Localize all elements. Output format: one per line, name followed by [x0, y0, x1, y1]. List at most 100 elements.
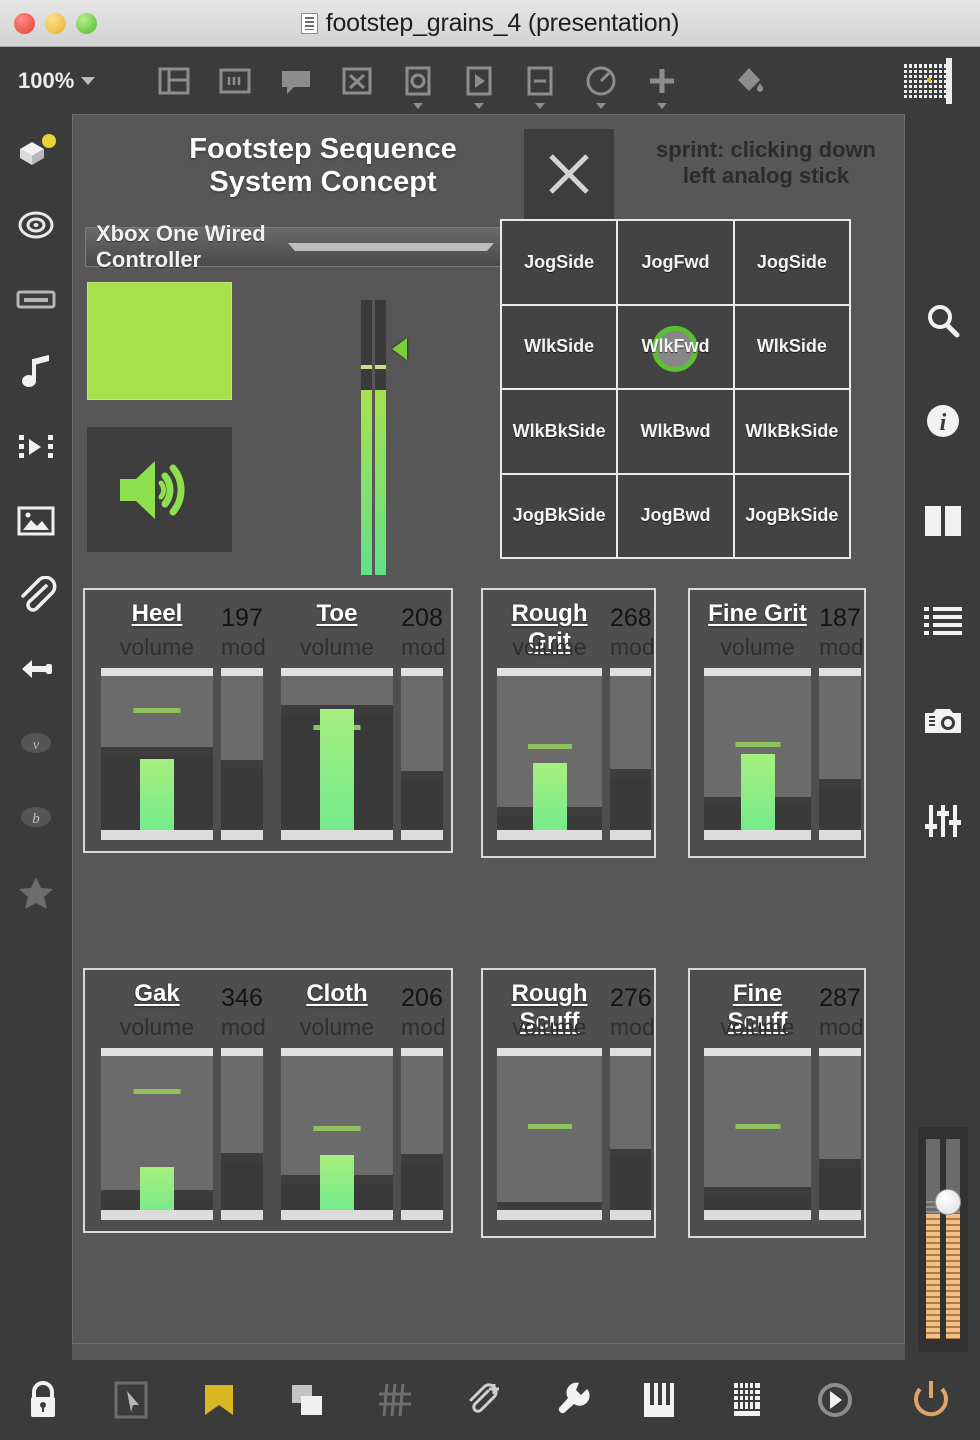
add-icon[interactable]	[640, 59, 684, 109]
mod-label: mod	[221, 634, 266, 660]
horizontal-scrollbar[interactable]	[72, 1344, 905, 1360]
state-cell-jogfwd[interactable]: JogFwd	[618, 221, 733, 304]
mod-fader[interactable]	[610, 1048, 651, 1220]
state-cell-wlkside[interactable]: WlkSide	[502, 305, 617, 388]
mod-fader[interactable]	[819, 1048, 861, 1220]
state-cell-jogbkside[interactable]: JogBkSide	[502, 474, 617, 557]
duplicate-icon[interactable]	[278, 1371, 336, 1429]
state-cell-label: WlkBkSide	[745, 420, 839, 441]
state-cell-jogbkside[interactable]: JogBkSide	[734, 474, 849, 557]
list-icon[interactable]	[905, 584, 980, 658]
fader-cap-top	[401, 668, 443, 676]
state-cell-jogside[interactable]: JogSide	[502, 221, 617, 304]
close-window-button[interactable]	[14, 12, 35, 34]
close-panel-button[interactable]	[524, 129, 614, 219]
volume-fader[interactable]	[101, 668, 213, 840]
svg-text:i: i	[939, 410, 946, 436]
fader-cap-top	[101, 1048, 213, 1056]
state-cell-wlkbkside[interactable]: WlkBkSide	[734, 390, 849, 473]
sequencer-icon[interactable]	[0, 410, 72, 484]
sliders-icon[interactable]	[905, 784, 980, 858]
controller-select[interactable]: Xbox One Wired Controller	[85, 221, 505, 272]
search-icon[interactable]	[905, 284, 980, 358]
attach-add-icon[interactable]	[454, 1371, 512, 1429]
target-icon[interactable]	[0, 188, 72, 262]
master-fader-track-left[interactable]	[926, 1139, 940, 1339]
mod-fader[interactable]	[819, 668, 861, 840]
remove-icon[interactable]	[518, 59, 562, 109]
master-fader-track-right[interactable]	[946, 1139, 960, 1339]
transport-icon[interactable]	[806, 1371, 864, 1429]
info-icon[interactable]: i	[905, 384, 980, 458]
color-swatch[interactable]	[87, 282, 232, 400]
split-view-icon[interactable]	[905, 484, 980, 558]
master-fader-knob[interactable]	[935, 1189, 961, 1215]
volume-fader[interactable]	[281, 1048, 393, 1220]
mod-fader[interactable]	[401, 1048, 443, 1220]
mod-label: mod	[401, 1014, 446, 1040]
wrench-icon[interactable]	[542, 1371, 600, 1429]
volume-fader[interactable]	[704, 1048, 811, 1220]
volume-fader[interactable]	[101, 1048, 213, 1220]
volume-label: volume	[299, 634, 375, 660]
fader-marker	[527, 744, 572, 749]
state-cell-label: JogBwd	[640, 505, 711, 526]
state-cell-jogbwd[interactable]: JogBwd	[618, 474, 733, 557]
paint-bucket-icon[interactable]	[727, 59, 771, 103]
volume-fader[interactable]	[281, 668, 393, 840]
meter-fill	[361, 390, 372, 575]
fader-marker	[133, 1089, 181, 1094]
volume-fader[interactable]	[497, 1048, 602, 1220]
fader-cap-top	[610, 668, 651, 676]
mixer-strip: Heel volume 197 mod	[95, 590, 271, 851]
bookmark-icon[interactable]	[190, 1371, 248, 1429]
mixer-strip: Gak volume 346 mod	[95, 970, 271, 1231]
package-icon[interactable]	[0, 114, 72, 188]
keyboard-map-icon[interactable]	[718, 1371, 776, 1429]
close-object-icon[interactable]	[335, 59, 379, 103]
paperclip-icon[interactable]	[0, 558, 72, 632]
plug-icon[interactable]	[0, 632, 72, 706]
camera-icon[interactable]	[905, 684, 980, 758]
volume-fader[interactable]	[497, 668, 602, 840]
state-cell-jogside[interactable]: JogSide	[734, 221, 849, 304]
b-badge-icon[interactable]: b	[0, 780, 72, 854]
state-cell-wlkside[interactable]: WlkSide	[734, 305, 849, 388]
mod-fader[interactable]	[221, 668, 263, 840]
comment-icon[interactable]	[274, 59, 318, 103]
window-titlebar: footstep_grains_4 (presentation)	[0, 0, 980, 47]
signal-meter-column	[361, 300, 372, 575]
keyboard-icon[interactable]	[0, 262, 72, 336]
lock-icon[interactable]	[14, 1371, 72, 1429]
speaker-button[interactable]	[87, 427, 232, 552]
state-cell-wlkfwd[interactable]: WlkFwd	[618, 305, 733, 388]
play-icon[interactable]	[457, 59, 501, 109]
gauge-icon[interactable]	[579, 59, 623, 109]
piano-icon[interactable]	[630, 1371, 688, 1429]
select-cursor-icon[interactable]	[102, 1371, 160, 1429]
fader-cap-bottom	[704, 1210, 811, 1220]
record-icon[interactable]	[396, 59, 440, 109]
state-cell-wlkbkside[interactable]: WlkBkSide	[502, 390, 617, 473]
image-icon[interactable]	[0, 484, 72, 558]
v-badge-icon[interactable]: v	[0, 706, 72, 780]
fader-cap-top	[281, 668, 393, 676]
layout-icon[interactable]	[152, 59, 196, 103]
power-icon[interactable]	[902, 1371, 960, 1429]
mod-fader[interactable]	[610, 668, 651, 840]
meter-pointer-icon	[392, 338, 407, 360]
volume-fader[interactable]	[704, 668, 811, 840]
state-cell-wlkbwd[interactable]: WlkBwd	[618, 390, 733, 473]
master-fader[interactable]	[918, 1127, 968, 1352]
grid-icon[interactable]	[366, 1371, 424, 1429]
zoom-window-button[interactable]	[76, 12, 97, 34]
music-note-icon[interactable]	[0, 336, 72, 410]
grid-pattern-icon[interactable]	[902, 56, 954, 106]
mod-fader[interactable]	[401, 668, 443, 840]
star-icon[interactable]	[0, 854, 72, 928]
mod-value: 287	[819, 984, 861, 1012]
text-box-icon[interactable]	[213, 59, 257, 103]
zoom-control[interactable]: 100%	[18, 68, 96, 94]
mod-fader[interactable]	[221, 1048, 263, 1220]
minimize-window-button[interactable]	[45, 12, 66, 34]
